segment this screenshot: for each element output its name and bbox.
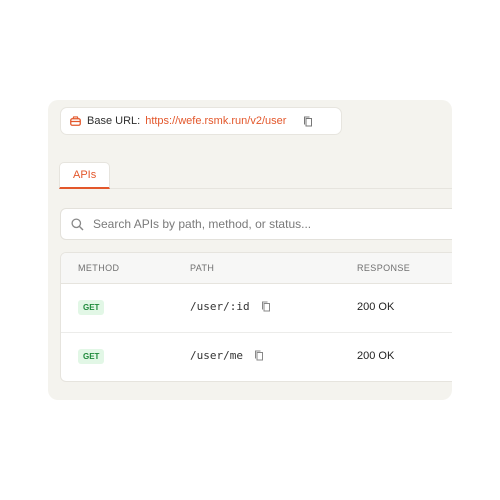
table-row[interactable]: GET /user/me 200 OK: [61, 333, 452, 381]
base-url-value[interactable]: https://wefe.rsmk.run/v2/user: [145, 115, 286, 127]
server-icon: [70, 116, 81, 126]
api-table: METHOD PATH RESPONSE GET /user/:id 200 O…: [60, 252, 452, 382]
column-header-method: METHOD: [78, 263, 120, 273]
api-panel: Base URL: https://wefe.rsmk.run/v2/user …: [48, 100, 452, 400]
base-url-label: Base URL:: [87, 115, 141, 127]
column-header-path: PATH: [190, 263, 215, 273]
table-row[interactable]: GET /user/:id 200 OK: [61, 284, 452, 333]
response-status: 200 OK: [357, 350, 395, 362]
endpoint-path-text: /user/me: [190, 349, 243, 362]
method-badge: GET: [78, 300, 105, 315]
copy-icon[interactable]: [303, 116, 314, 127]
search-input[interactable]: [91, 216, 395, 232]
table-header: METHOD PATH RESPONSE: [61, 253, 452, 284]
endpoint-path: /user/:id: [190, 300, 272, 313]
response-status: 200 OK: [357, 301, 395, 313]
search-bar: [60, 208, 452, 240]
tab-apis[interactable]: APIs: [59, 162, 111, 189]
copy-icon[interactable]: [254, 350, 265, 361]
column-header-response: RESPONSE: [357, 263, 411, 273]
endpoint-path: /user/me: [190, 349, 265, 362]
copy-icon[interactable]: [261, 301, 272, 312]
method-badge: GET: [78, 349, 105, 364]
base-url-bar: Base URL: https://wefe.rsmk.run/v2/user: [60, 107, 342, 135]
tab-bar: APIs: [59, 162, 452, 189]
search-icon: [71, 217, 84, 231]
endpoint-path-text: /user/:id: [190, 300, 250, 313]
